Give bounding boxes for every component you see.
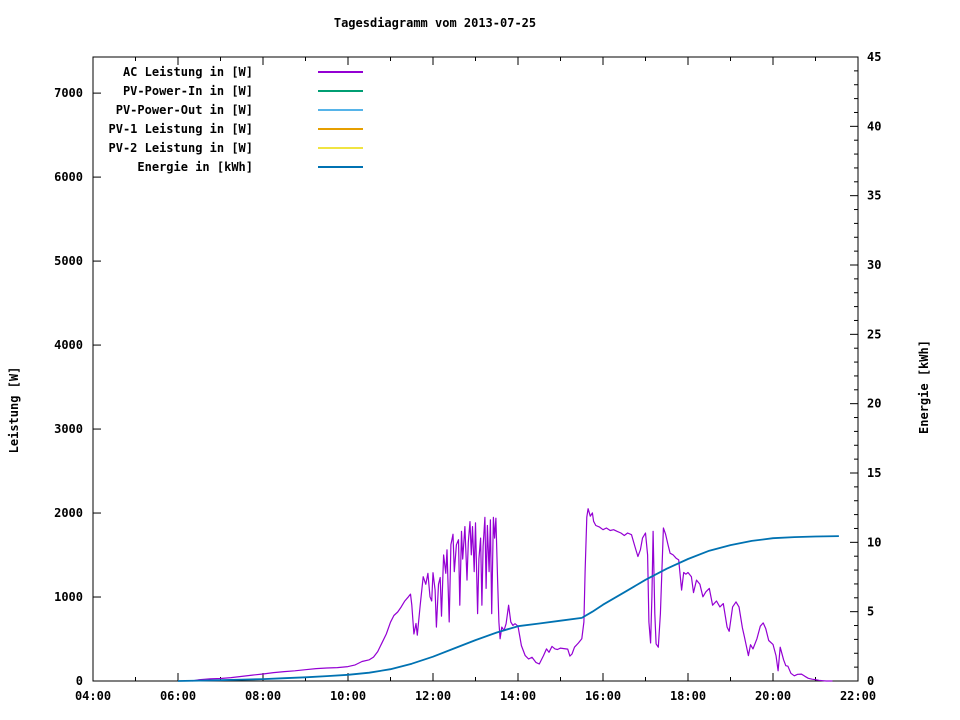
x-tick-label: 14:00 (500, 689, 536, 703)
y-left-tick-label: 7000 (54, 86, 83, 100)
y-left-tick-label: 3000 (54, 422, 83, 436)
y-right-tick-label: 10 (867, 535, 881, 549)
series-line-ac-leistung-in-w- (191, 508, 833, 682)
y-left-tick-label: 5000 (54, 254, 83, 268)
x-tick-label: 22:00 (840, 689, 876, 703)
legend-item: PV-Power-Out in [W] (88, 100, 363, 119)
x-tick-label: 08:00 (245, 689, 281, 703)
x-tick-label: 06:00 (160, 689, 196, 703)
legend-item: Energie in [kWh] (88, 157, 363, 176)
legend-label: PV-2 Leistung in [W] (108, 140, 254, 155)
y-left-tick-label: 1000 (54, 590, 83, 604)
legend-line-sample (318, 70, 363, 73)
x-tick-label: 12:00 (415, 689, 451, 703)
legend-label: PV-1 Leistung in [W] (108, 121, 254, 136)
y-right-tick-label: 30 (867, 258, 881, 272)
chart-canvas: Tagesdiagramm vom 2013-07-25 Leistung [W… (0, 0, 960, 720)
legend-line-sample (318, 89, 363, 92)
x-tick-label: 16:00 (585, 689, 621, 703)
x-tick-label: 10:00 (330, 689, 366, 703)
x-tick-label: 20:00 (755, 689, 791, 703)
y-right-tick-label: 25 (867, 327, 881, 341)
y-right-tick-label: 5 (867, 605, 874, 619)
x-tick-label: 04:00 (75, 689, 111, 703)
y-left-tick-label: 2000 (54, 506, 83, 520)
legend: AC Leistung in [W] PV-Power-In in [W] PV-P… (88, 62, 363, 176)
y-right-tick-label: 35 (867, 189, 881, 203)
legend-label: AC Leistung in [W] (122, 64, 253, 79)
y-left-tick-label: 4000 (54, 338, 83, 352)
y-left-tick-label: 0 (76, 674, 83, 688)
legend-line-sample (318, 127, 363, 130)
legend-line-sample (318, 146, 363, 149)
legend-label: PV-Power-In in [W] (122, 83, 253, 98)
y-right-tick-label: 40 (867, 119, 881, 133)
y-right-tick-label: 45 (867, 50, 881, 64)
y-left-tick-label: 6000 (54, 170, 83, 184)
legend-item: PV-2 Leistung in [W] (88, 138, 363, 157)
legend-label: Energie in [kWh] (137, 159, 253, 174)
legend-item: PV-1 Leistung in [W] (88, 119, 363, 138)
y-right-tick-label: 15 (867, 466, 881, 480)
legend-item: PV-Power-In in [W] (88, 81, 363, 100)
y-right-tick-label: 20 (867, 397, 881, 411)
legend-line-sample (318, 108, 363, 111)
legend-item: AC Leistung in [W] (88, 62, 363, 81)
x-tick-label: 18:00 (670, 689, 706, 703)
y-right-tick-label: 0 (867, 674, 874, 688)
legend-line-sample (318, 165, 363, 168)
legend-label: PV-Power-Out in [W] (115, 102, 253, 117)
